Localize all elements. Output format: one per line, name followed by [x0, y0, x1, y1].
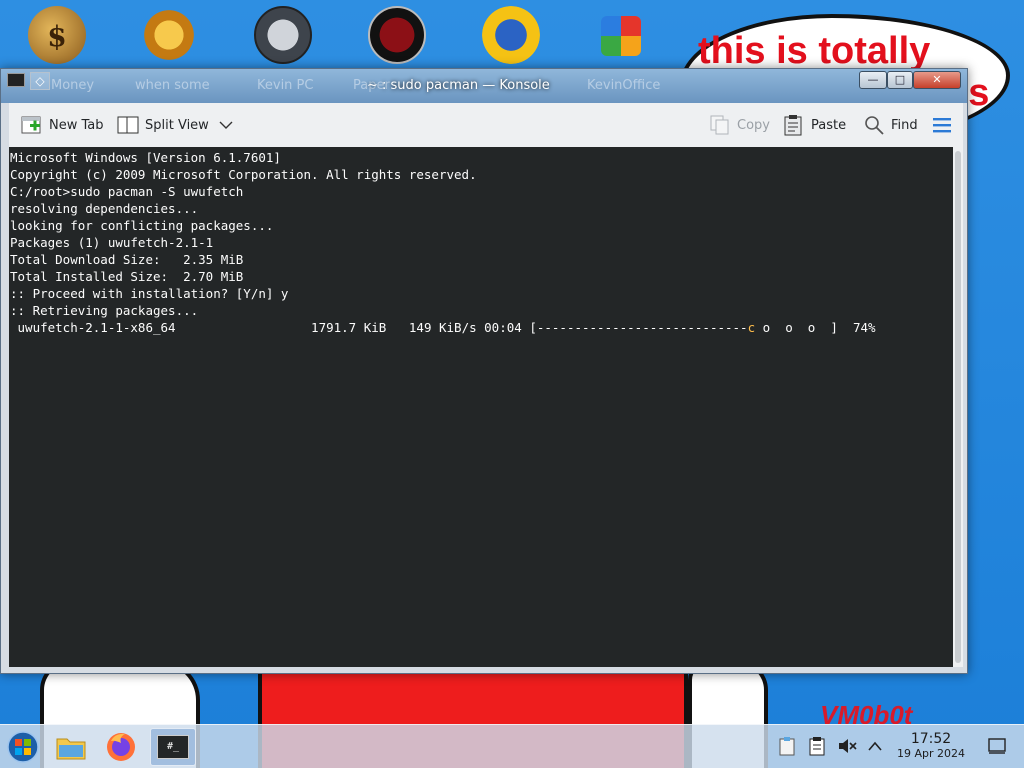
- hamburger-menu-icon: [933, 118, 951, 133]
- title-ghost-label: Kevin PC: [257, 78, 314, 93]
- copy-label: Copy: [737, 117, 770, 133]
- window-menu-button[interactable]: ◇: [30, 72, 50, 90]
- terminal-output[interactable]: Microsoft Windows [Version 6.1.7601] Cop…: [9, 147, 953, 667]
- show-desktop-icon: [988, 738, 1006, 754]
- progress-size: 1791.7 KiB: [311, 320, 387, 335]
- terminal-line: :: Retrieving packages...: [10, 303, 199, 318]
- volume-muted-icon: [839, 739, 857, 753]
- title-ghost-label: KevinOffice: [587, 78, 661, 93]
- minimize-button[interactable]: —: [859, 71, 887, 89]
- sun-disc-icon: [482, 6, 540, 64]
- close-button[interactable]: ✕: [913, 71, 961, 89]
- terminal-line: looking for conflicting packages...: [10, 218, 274, 233]
- tray-volume[interactable]: [836, 735, 858, 757]
- hamburger-menu-button[interactable]: [931, 111, 953, 139]
- start-button[interactable]: [0, 728, 46, 766]
- show-desktop-button[interactable]: [986, 735, 1008, 757]
- clock[interactable]: 17:52 19 Apr 2024: [888, 731, 974, 761]
- terminal-line: Copyright (c) 2009 Microsoft Corporation…: [10, 167, 477, 182]
- new-tab-button[interactable]: New Tab: [21, 111, 104, 139]
- speedometer-icon: [254, 6, 312, 64]
- notes-icon: [809, 737, 825, 756]
- copy-button[interactable]: Copy: [709, 111, 770, 139]
- progress-bar-fill: [----------------------------: [529, 320, 748, 335]
- folder-icon: [56, 738, 86, 760]
- gear-icon: [140, 6, 198, 64]
- terminal-line: C:/root>sudo pacman -S uwufetch: [10, 184, 244, 199]
- svg-text:$: $: [47, 20, 66, 53]
- progress-eta: 00:04: [484, 320, 522, 335]
- progress-rate: 149 KiB/s: [408, 320, 477, 335]
- title-ghost-label: when some: [135, 78, 210, 93]
- office-icon: [601, 16, 641, 56]
- search-icon: [865, 116, 884, 135]
- window-title: ~ : sudo pacman — Konsole: [367, 78, 550, 93]
- konsole-icon: #_: [157, 735, 189, 759]
- split-view-icon: [117, 116, 139, 134]
- maximize-button[interactable]: □: [887, 71, 913, 89]
- tray-notes[interactable]: [806, 735, 828, 757]
- terminal-line: Total Installed Size: 2.70 MiB: [10, 269, 244, 284]
- paper-icon: [368, 6, 426, 64]
- tray-expand-button[interactable]: [864, 735, 886, 757]
- taskbar-konsole[interactable]: #_: [150, 728, 196, 766]
- title-ghost-label: Money: [51, 78, 95, 93]
- progress-percent: 74%: [852, 320, 876, 335]
- title-bar[interactable]: Money when some Kevin PC Paper KevinOffi…: [1, 69, 967, 103]
- terminal-line: Total Download Size: 2.35 MiB: [10, 252, 244, 267]
- progress-bar-rest: o o o ]: [755, 320, 838, 335]
- terminal-scrollbar[interactable]: [953, 147, 963, 667]
- start-orb-icon: [7, 731, 39, 763]
- paste-icon: [784, 115, 802, 136]
- paste-button[interactable]: Paste: [783, 111, 846, 139]
- konsole-window[interactable]: Money when some Kevin PC Paper KevinOffi…: [0, 68, 968, 674]
- paste-label: Paste: [811, 117, 847, 133]
- tray-clipboard[interactable]: [776, 735, 798, 757]
- taskbar-firefox[interactable]: [98, 728, 144, 766]
- progress-package: uwufetch-2.1-1-x86_64: [10, 320, 176, 335]
- find-label: Find: [891, 117, 918, 133]
- terminal-line: Microsoft Windows [Version 6.1.7601]: [10, 150, 281, 165]
- clipboard-icon: [779, 737, 795, 756]
- terminal-line: Packages (1) uwufetch-2.1-1: [10, 235, 214, 250]
- new-tab-icon: [21, 116, 41, 134]
- konsole-toolbar: New Tab Split View Copy Paste Find: [9, 103, 963, 147]
- find-button[interactable]: Find: [863, 111, 918, 139]
- pacman-glyph: c: [747, 320, 756, 335]
- clock-time: 17:52: [910, 731, 952, 747]
- chevron-down-icon: [219, 121, 233, 129]
- split-view-label: Split View: [145, 117, 209, 133]
- chevron-up-icon: [868, 741, 882, 751]
- new-tab-label: New Tab: [49, 117, 104, 133]
- firefox-icon: [107, 733, 135, 761]
- split-view-button[interactable]: Split View: [117, 111, 235, 139]
- money-bag-icon: $: [28, 6, 86, 64]
- progress-line: uwufetch-2.1-1-x86_64 1791.7 KiB 149 KiB…: [10, 319, 953, 336]
- terminal-line: resolving dependencies...: [10, 201, 199, 216]
- copy-icon: [710, 115, 729, 135]
- konsole-icon-label: #_: [166, 741, 180, 752]
- scrollbar-thumb[interactable]: [955, 151, 961, 663]
- konsole-app-icon[interactable]: [7, 73, 25, 87]
- taskbar: #_ 17:52 19 Apr 2024: [0, 724, 1024, 768]
- taskbar-file-explorer[interactable]: [48, 728, 94, 766]
- clock-date: 19 Apr 2024: [896, 747, 965, 760]
- terminal-line: :: Proceed with installation? [Y/n] y: [10, 286, 289, 301]
